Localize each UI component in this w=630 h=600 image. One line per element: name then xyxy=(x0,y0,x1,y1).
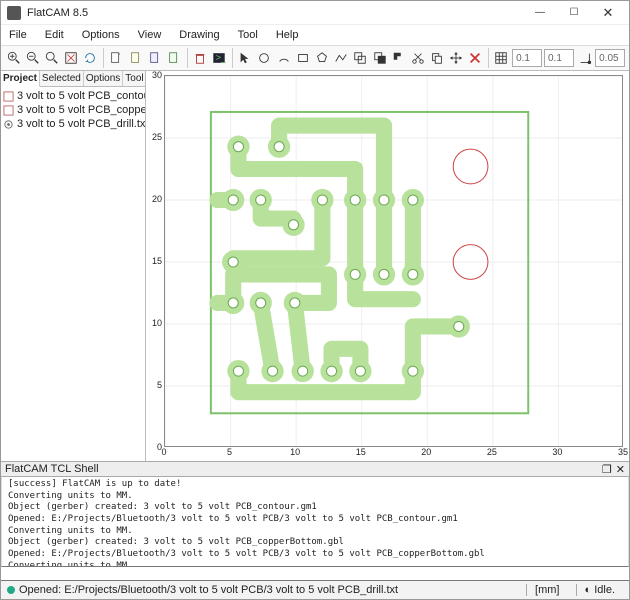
svg-text:>_: >_ xyxy=(216,53,227,64)
tree-item-drill[interactable]: 3 volt to 5 volt PCB_drill.txt xyxy=(3,117,143,131)
tree-item-contour[interactable]: 3 volt to 5 volt PCB_contour.gm1 xyxy=(3,89,143,103)
status-idle-icon: ◐ xyxy=(585,584,595,596)
intersect-icon[interactable] xyxy=(371,48,388,68)
menu-tool[interactable]: Tool xyxy=(234,27,262,43)
menu-bar: File Edit Options View Drawing Tool Help xyxy=(1,25,629,45)
app-icon xyxy=(7,6,21,20)
tree-item-label: 3 volt to 5 volt PCB_copperBottom.gbl xyxy=(17,104,145,116)
shell-title: FlatCAM TCL Shell xyxy=(5,463,99,475)
x-axis: 05101520253035 xyxy=(164,447,629,461)
delete-icon[interactable] xyxy=(191,48,208,68)
excellon-icon xyxy=(3,119,14,130)
window-title: FlatCAM 8.5 xyxy=(27,7,523,19)
zoom-out-icon[interactable] xyxy=(24,48,41,68)
zoom-fit-icon[interactable] xyxy=(43,48,60,68)
menu-file[interactable]: File xyxy=(5,27,31,43)
move-icon[interactable] xyxy=(448,48,465,68)
copy-icon[interactable] xyxy=(428,48,445,68)
status-dot-icon xyxy=(7,586,15,594)
menu-view[interactable]: View xyxy=(134,27,166,43)
snap-corner-icon[interactable] xyxy=(576,48,593,68)
new-geometry-icon[interactable] xyxy=(108,48,125,68)
shell-output[interactable]: [success] FlatCAM is up to date! Convert… xyxy=(1,477,629,567)
project-tree: 3 volt to 5 volt PCB_contour.gm1 3 volt … xyxy=(1,87,145,461)
status-bar: Opened: E:/Projects/Bluetooth/3 volt to … xyxy=(1,581,629,599)
replot-icon[interactable] xyxy=(82,48,99,68)
shell-undock-icon[interactable]: ❐ xyxy=(602,463,612,476)
select-icon[interactable] xyxy=(237,48,254,68)
toolbar: >_ 0.1 0.1 0.05 xyxy=(1,45,629,71)
add-rectangle-icon[interactable] xyxy=(294,48,311,68)
tab-tool[interactable]: Tool xyxy=(123,71,146,86)
title-bar: FlatCAM 8.5 — ☐ ✕ xyxy=(1,1,629,25)
menu-options[interactable]: Options xyxy=(78,27,124,43)
subtract-icon[interactable] xyxy=(390,48,407,68)
cut-path-icon[interactable] xyxy=(409,48,426,68)
union-icon[interactable] xyxy=(352,48,369,68)
main-area: Project Selected Options Tool 3 volt to … xyxy=(1,71,629,461)
delete-shape-icon[interactable] xyxy=(467,48,484,68)
menu-edit[interactable]: Edit xyxy=(41,27,68,43)
grid-y-input[interactable]: 0.1 xyxy=(544,49,574,67)
shell-header[interactable]: FlatCAM TCL Shell ❐ ✕ xyxy=(1,461,629,477)
plot-area[interactable]: 051015202530 05101520253035 xyxy=(146,71,629,461)
close-button[interactable]: ✕ xyxy=(591,3,625,23)
add-polygon-icon[interactable] xyxy=(313,48,330,68)
plot-canvas[interactable] xyxy=(164,75,623,447)
minimize-button[interactable]: — xyxy=(523,3,557,23)
menu-help[interactable]: Help xyxy=(272,27,303,43)
tab-options[interactable]: Options xyxy=(84,71,123,86)
update-geometry-icon[interactable] xyxy=(165,48,182,68)
status-message: Opened: E:/Projects/Bluetooth/3 volt to … xyxy=(19,584,398,596)
tab-selected[interactable]: Selected xyxy=(40,71,84,86)
y-axis: 051015202530 xyxy=(146,71,164,439)
grid-x-input[interactable]: 0.1 xyxy=(512,49,542,67)
zoom-in-icon[interactable] xyxy=(5,48,22,68)
add-circle-icon[interactable] xyxy=(256,48,273,68)
gerber-icon xyxy=(3,91,14,102)
edit-geometry-icon[interactable] xyxy=(146,48,163,68)
clear-plot-icon[interactable] xyxy=(63,48,80,68)
sidebar: Project Selected Options Tool 3 volt to … xyxy=(1,71,146,461)
status-state: Idle. xyxy=(594,584,615,596)
new-excellon-icon[interactable] xyxy=(127,48,144,68)
add-path-icon[interactable] xyxy=(333,48,350,68)
shell-close-icon[interactable]: ✕ xyxy=(616,463,625,476)
menu-drawing[interactable]: Drawing xyxy=(175,27,223,43)
sidebar-tabs: Project Selected Options Tool xyxy=(1,71,145,87)
gerber-icon xyxy=(3,105,14,116)
tree-item-label: 3 volt to 5 volt PCB_drill.txt xyxy=(17,118,145,130)
shell-input[interactable] xyxy=(1,567,629,581)
add-arc-icon[interactable] xyxy=(275,48,292,68)
snap-dist-input[interactable]: 0.05 xyxy=(595,49,625,67)
grid-toggle-icon[interactable] xyxy=(493,48,510,68)
maximize-button[interactable]: ☐ xyxy=(557,3,591,23)
tree-item-label: 3 volt to 5 volt PCB_contour.gm1 xyxy=(17,90,145,102)
status-units: [mm] xyxy=(526,584,567,596)
shell-icon[interactable]: >_ xyxy=(211,48,228,68)
tab-project[interactable]: Project xyxy=(1,71,40,87)
tree-item-copper[interactable]: 3 volt to 5 volt PCB_copperBottom.gbl xyxy=(3,103,143,117)
